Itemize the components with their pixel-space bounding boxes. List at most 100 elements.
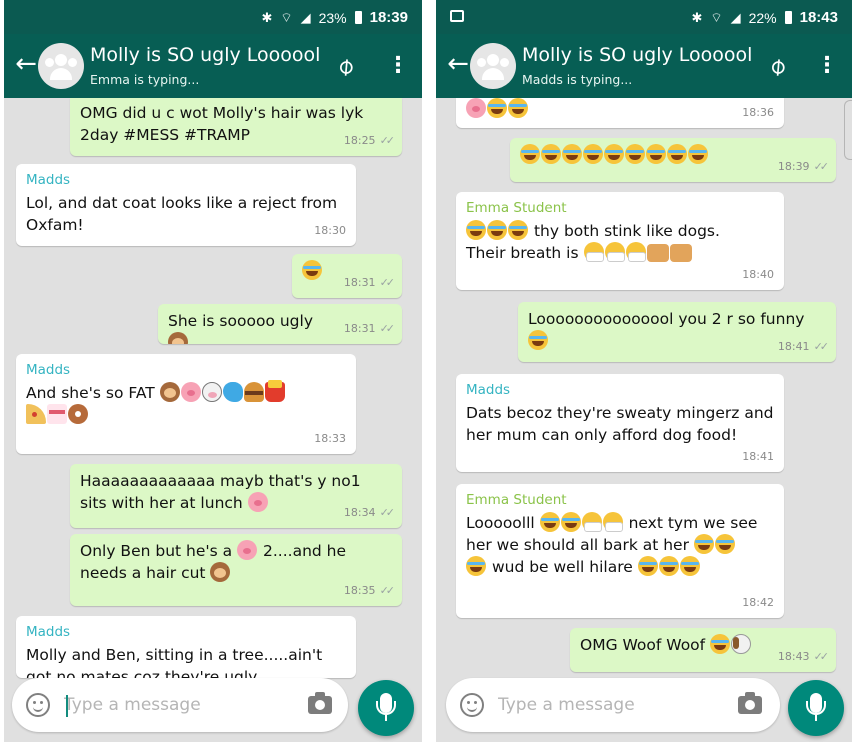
message-outgoing[interactable]: Haaaaaaaaaaaaa mayb that's y no1 sits wi…	[70, 464, 402, 528]
tears-of-joy-emoji-icon	[688, 144, 708, 164]
battery-icon	[784, 11, 792, 24]
double-check-icon: ✓✓	[379, 584, 396, 597]
tears-of-joy-emoji-icon	[487, 98, 507, 118]
arrow-left-icon[interactable]: ←	[12, 50, 40, 78]
burger-emoji-icon	[243, 382, 264, 402]
mask-face-emoji-icon	[583, 242, 604, 262]
message-time: 18:31	[343, 322, 376, 335]
tears-of-joy-emoji-icon	[658, 556, 679, 576]
left-phone-screen: ✱ ⌔ ◢ 23% 18:39 ← Molly is SO ugly Loooo…	[4, 0, 422, 742]
message-incoming[interactable]: 18:36	[456, 98, 784, 128]
message-input[interactable]	[64, 690, 264, 720]
tears-of-joy-emoji-icon	[466, 556, 486, 576]
tears-of-joy-emoji-icon	[710, 634, 731, 654]
message-incoming[interactable]: Madds And she's so FAT 18:33	[16, 354, 356, 454]
message-time: 18:41	[742, 450, 774, 463]
see-no-evil-monkey-emoji-icon	[168, 332, 188, 344]
sender-name: Emma Student	[466, 200, 567, 216]
mic-button[interactable]	[358, 680, 414, 736]
message-list[interactable]: 18:36 18:39 ✓✓ Emma Student thy both stin…	[436, 98, 852, 742]
chat-header: ← Molly is SO ugly Loooool Emma is typin…	[4, 34, 422, 98]
tears-of-joy-emoji-icon	[646, 144, 666, 164]
double-check-icon: ✓✓	[379, 134, 396, 147]
message-outgoing[interactable]: Only Ben but he's a 2....and he needs a …	[70, 534, 402, 606]
signal-icon: ◢	[300, 9, 311, 25]
tears-of-joy-emoji-icon	[508, 98, 528, 118]
dog-emoji-icon	[669, 244, 692, 262]
message-outgoing[interactable]: Looooooooooooool you 2 r so funny 18:41 ✓…	[518, 302, 836, 362]
tears-of-joy-emoji-icon	[302, 260, 322, 280]
message-incoming[interactable]: Emma Student Looooolll next tym we see h…	[456, 484, 784, 618]
arrow-left-icon[interactable]: ←	[444, 50, 472, 78]
tears-of-joy-emoji-icon	[583, 144, 603, 164]
tears-of-joy-emoji-icon	[520, 144, 540, 164]
camera-icon[interactable]	[308, 692, 332, 714]
camera-icon[interactable]	[738, 692, 762, 714]
message-time: 18:31	[343, 276, 376, 289]
bluetooth-icon: ✱	[261, 9, 273, 25]
message-time: 18:40	[742, 268, 774, 281]
double-check-icon: ✓✓	[379, 276, 396, 289]
mic-icon	[806, 693, 826, 721]
paperclip-icon[interactable]: ⌀	[325, 46, 364, 85]
pig-emoji-icon	[180, 382, 201, 402]
wifi-icon: ⌔	[710, 9, 723, 25]
chat-header: ← Molly is SO ugly Loooool Madds is typi…	[436, 34, 852, 98]
message-time: 18:30	[314, 224, 346, 237]
battery-percent: 23%	[318, 9, 347, 26]
see-no-evil-monkey-emoji-icon	[210, 562, 231, 582]
message-list[interactable]: OMG did u c wot Molly's hair was lyk 2da…	[4, 98, 422, 742]
wifi-icon: ⌔	[280, 9, 293, 25]
chat-title[interactable]: Molly is SO ugly Loooool	[90, 44, 320, 66]
sender-name: Madds	[26, 624, 71, 640]
mic-button[interactable]	[788, 680, 844, 736]
status-time: 18:43	[799, 9, 838, 26]
tears-of-joy-emoji-icon	[508, 220, 528, 240]
message-time: 18:41	[777, 340, 810, 353]
message-outgoing[interactable]: She is sooooo ugly 18:31 ✓✓	[158, 304, 402, 344]
message-outgoing[interactable]: OMG did u c wot Molly's hair was lyk 2da…	[70, 98, 402, 156]
typing-status: Madds is typing...	[522, 72, 633, 87]
message-outgoing[interactable]: OMG Woof Woof 18:43 ✓✓	[570, 628, 836, 672]
message-time: 18:33	[314, 432, 346, 445]
right-phone-screen: ✱ ⌔ ◢ 22% 18:43 ← Molly is SO ugly Loooo…	[436, 0, 852, 742]
double-check-icon: ✓✓	[813, 160, 830, 173]
notification-icon	[450, 10, 464, 22]
pig-emoji-icon	[247, 492, 268, 512]
tears-of-joy-emoji-icon	[625, 144, 645, 164]
message-incoming[interactable]: Madds Dats becoz they're sweaty mingerz …	[456, 374, 784, 472]
mic-icon	[376, 693, 396, 721]
message-incoming[interactable]: Madds Molly and Ben, sitting in a tree..…	[16, 616, 356, 678]
message-outgoing[interactable]: 18:39 ✓✓	[510, 138, 836, 182]
message-time: 18:39	[777, 160, 810, 173]
sender-name: Madds	[466, 382, 511, 398]
donut-emoji-icon	[68, 404, 88, 424]
chat-title[interactable]: Molly is SO ugly Loooool	[522, 44, 752, 66]
scroll-edge	[844, 100, 852, 160]
mask-face-emoji-icon	[604, 242, 625, 262]
message-incoming[interactable]: Emma Student thy both stink like dogs. T…	[456, 192, 784, 290]
smiley-icon[interactable]	[460, 693, 484, 717]
tears-of-joy-emoji-icon	[693, 534, 714, 554]
message-outgoing[interactable]: 18:31 ✓✓	[292, 254, 402, 298]
message-incoming[interactable]: Madds Lol, and dat coat looks like a rej…	[16, 164, 356, 246]
bluetooth-icon: ✱	[691, 9, 703, 25]
battery-icon	[354, 11, 362, 24]
puppy-face-emoji-icon	[731, 634, 752, 654]
group-avatar[interactable]	[470, 43, 516, 89]
message-compose-bar	[12, 678, 348, 732]
message-compose-bar	[446, 678, 780, 732]
more-vert-icon[interactable]: ⋮	[816, 52, 838, 80]
paperclip-icon[interactable]: ⌀	[757, 46, 796, 85]
sender-name: Emma Student	[466, 492, 567, 508]
whale-emoji-icon	[222, 382, 243, 402]
group-avatar[interactable]	[38, 43, 84, 89]
more-vert-icon[interactable]: ⋮	[387, 52, 409, 80]
pig-emoji-icon	[466, 98, 486, 118]
tears-of-joy-emoji-icon	[539, 512, 560, 532]
cake-emoji-icon	[47, 404, 67, 424]
mask-face-emoji-icon	[625, 242, 646, 262]
message-input[interactable]	[498, 690, 698, 720]
text-caret	[66, 695, 68, 717]
smiley-icon[interactable]	[26, 693, 50, 717]
